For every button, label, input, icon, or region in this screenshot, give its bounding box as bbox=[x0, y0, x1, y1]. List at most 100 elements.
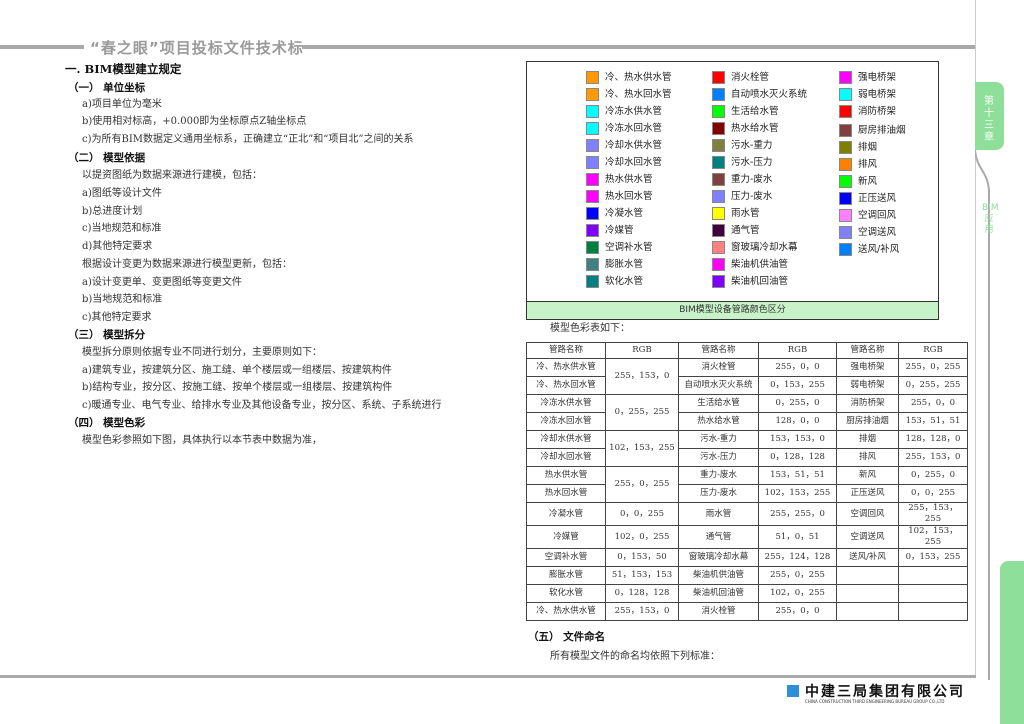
company-logo-icon bbox=[787, 685, 799, 697]
text-line: c)当地规范和标准 bbox=[82, 223, 162, 234]
text-line: c)暖通专业、电气专业、给排水专业及其他设备专业，按分区、系统、子系统进行 bbox=[82, 400, 442, 411]
column-header: RGB bbox=[758, 342, 837, 359]
color-swatch bbox=[839, 105, 852, 118]
rgb-cell: 0，128，128 bbox=[758, 448, 837, 467]
pipe-name-cell: 热水给水管 bbox=[678, 412, 759, 431]
legend-item: 污水-重力 bbox=[712, 139, 772, 153]
legend-label: 热水供水管 bbox=[605, 174, 653, 185]
legend-label: 热水给水管 bbox=[731, 123, 779, 134]
pipe-name-cell: 柴油机供油管 bbox=[678, 566, 759, 585]
legend-item: 热水回水管 bbox=[586, 190, 653, 204]
rgb-color-table: 管路名称 RGB 管路名称 RGB 管路名称 RGB 冷、热水供水管 255，153，0 消火栓… bbox=[526, 342, 968, 621]
column-header: RGB bbox=[605, 342, 679, 359]
legend-item: 新风 bbox=[839, 175, 877, 189]
rgb-cell: 0，153，50 bbox=[605, 548, 679, 567]
legend-item: 送风/补风 bbox=[839, 243, 899, 257]
legend-item: 雨水管 bbox=[712, 207, 760, 221]
pipe-name-cell: 自动喷水灭火系统 bbox=[678, 376, 759, 395]
rgb-cell: 255，124，128 bbox=[758, 548, 837, 567]
legend-label: 冷、热水供水管 bbox=[605, 72, 672, 83]
table-row: 冷却水回水管 污水-压力 0，128，128 排风 255，153，0 bbox=[526, 448, 968, 467]
legend-label: 柴油机回油管 bbox=[731, 276, 789, 287]
pipe-name-cell: 厨房排油烟 bbox=[836, 412, 899, 431]
pipe-name-cell: 冷媒管 bbox=[526, 525, 606, 549]
legend-label: 雨水管 bbox=[731, 208, 760, 219]
pipe-name-cell: 热水供水管 bbox=[526, 466, 606, 485]
text-line: a)建筑专业，按建筑分区、施工缝、单个楼层或一组楼层、按建筑构件 bbox=[82, 365, 392, 376]
rgb-cell: 0，255，255 bbox=[898, 376, 968, 395]
rgb-cell: 0，255，0 bbox=[758, 394, 837, 413]
table-row: 热水供水管 255，0，255 重力-废水 153，51，51 新风 0，255，0 bbox=[526, 466, 968, 503]
legend-label: 冷媒管 bbox=[605, 225, 634, 236]
table-row: 冷、热水供水管 255，153，0 消火栓管 255，0，0 强电桥架 255，0，255 bbox=[526, 358, 968, 395]
text-line: a)设计变更单、变更图纸等变更文件 bbox=[82, 277, 242, 288]
rgb-cell: 0，128，128 bbox=[605, 584, 679, 603]
legend-label: 生活给水管 bbox=[731, 106, 779, 117]
color-swatch bbox=[839, 243, 852, 256]
legend-label: 强电桥架 bbox=[858, 72, 897, 83]
color-swatch bbox=[586, 88, 599, 101]
legend-item: 生活给水管 bbox=[712, 105, 779, 119]
color-swatch bbox=[586, 190, 599, 203]
text-line: 模型拆分原则依据专业不同进行划分，主要原则如下： bbox=[82, 347, 322, 358]
legend-item: 冷冻水供水管 bbox=[586, 105, 662, 119]
rgb-cell: 255，0，0 bbox=[758, 358, 837, 377]
color-swatch bbox=[712, 241, 725, 254]
color-swatch bbox=[586, 224, 599, 237]
text-line: 以提资图纸为数据来源进行建模，包括： bbox=[82, 170, 262, 181]
section-tab-label[interactable]: BIM应用 bbox=[982, 203, 999, 236]
legend-label: 压力-废水 bbox=[731, 191, 773, 202]
table-row: 热水回水管 压力-废水 102，153，255 正压送风 0，0，255 bbox=[526, 484, 968, 503]
rgb-cell: 255，153，255 bbox=[898, 502, 968, 526]
rgb-cell: 128，0，0 bbox=[758, 412, 837, 431]
pipe-name-cell bbox=[836, 566, 899, 585]
legend-label: 窗玻璃冷却水幕 bbox=[731, 242, 798, 253]
color-swatch bbox=[839, 209, 852, 222]
pipe-name-cell: 冷冻水供水管 bbox=[526, 394, 606, 413]
rgb-cell: 0，255，0 bbox=[898, 466, 968, 485]
color-swatch bbox=[839, 71, 852, 84]
pipe-name-cell: 冷冻水回水管 bbox=[526, 412, 606, 431]
legend-item: 弱电桥架 bbox=[839, 88, 896, 102]
pipe-name-cell: 压力-废水 bbox=[678, 484, 759, 503]
color-swatch bbox=[839, 141, 852, 154]
rgb-cell: 255，153，0 bbox=[605, 602, 679, 621]
pipe-name-cell: 通气管 bbox=[678, 525, 759, 549]
color-swatch bbox=[712, 275, 725, 288]
legend-item: 冷却水回水管 bbox=[586, 156, 662, 170]
heading-split: （三） 模型拆分 bbox=[68, 329, 146, 341]
text-line: c)其他特定要求 bbox=[82, 312, 152, 323]
rgb-cell: 51，153，153 bbox=[605, 566, 679, 585]
pipe-name-cell: 排风 bbox=[836, 448, 899, 467]
legend-item: 空调送风 bbox=[839, 226, 896, 240]
legend-item: 重力-废水 bbox=[712, 173, 772, 187]
color-swatch bbox=[839, 88, 852, 101]
legend-item: 冷、热水回水管 bbox=[586, 88, 672, 102]
legend-label: 冷、热水回水管 bbox=[605, 89, 672, 100]
legend-item: 强电桥架 bbox=[839, 71, 896, 85]
pipe-name-cell: 空调送风 bbox=[836, 525, 899, 549]
legend-label: 新风 bbox=[858, 176, 878, 187]
legend-item: 软化水管 bbox=[586, 275, 643, 289]
pipe-name-cell: 排烟 bbox=[836, 430, 899, 449]
color-swatch bbox=[712, 190, 725, 203]
legend-item: 窗玻璃冷却水幕 bbox=[712, 241, 798, 255]
rgb-cell: 0，255，255 bbox=[605, 394, 679, 431]
table-row: 膨胀水管 51，153，153 柴油机供油管 255，0，255 bbox=[526, 566, 968, 585]
header-bar-right bbox=[302, 45, 975, 49]
pipe-name-cell: 弱电桥架 bbox=[836, 376, 899, 395]
pipe-name-cell: 窗玻璃冷却水幕 bbox=[678, 548, 759, 567]
legend-label: 厨房排油烟 bbox=[858, 125, 906, 136]
legend-label: 污水-重力 bbox=[731, 140, 773, 151]
legend-item: 排风 bbox=[839, 158, 877, 172]
pipe-name-cell: 污水-压力 bbox=[678, 448, 759, 467]
color-swatch bbox=[586, 122, 599, 135]
color-swatch bbox=[586, 258, 599, 271]
rgb-cell: 102，153，255 bbox=[605, 430, 679, 467]
legend-label: 冷却水回水管 bbox=[605, 157, 663, 168]
column-header: 管路名称 bbox=[678, 342, 759, 359]
color-swatch bbox=[586, 241, 599, 254]
table-row: 冷冻水回水管 热水给水管 128，0，0 厨房排油烟 153，51，51 bbox=[526, 412, 968, 431]
legend-item: 自动喷水灭火系统 bbox=[712, 88, 807, 102]
legend-item: 厨房排油烟 bbox=[839, 124, 906, 138]
